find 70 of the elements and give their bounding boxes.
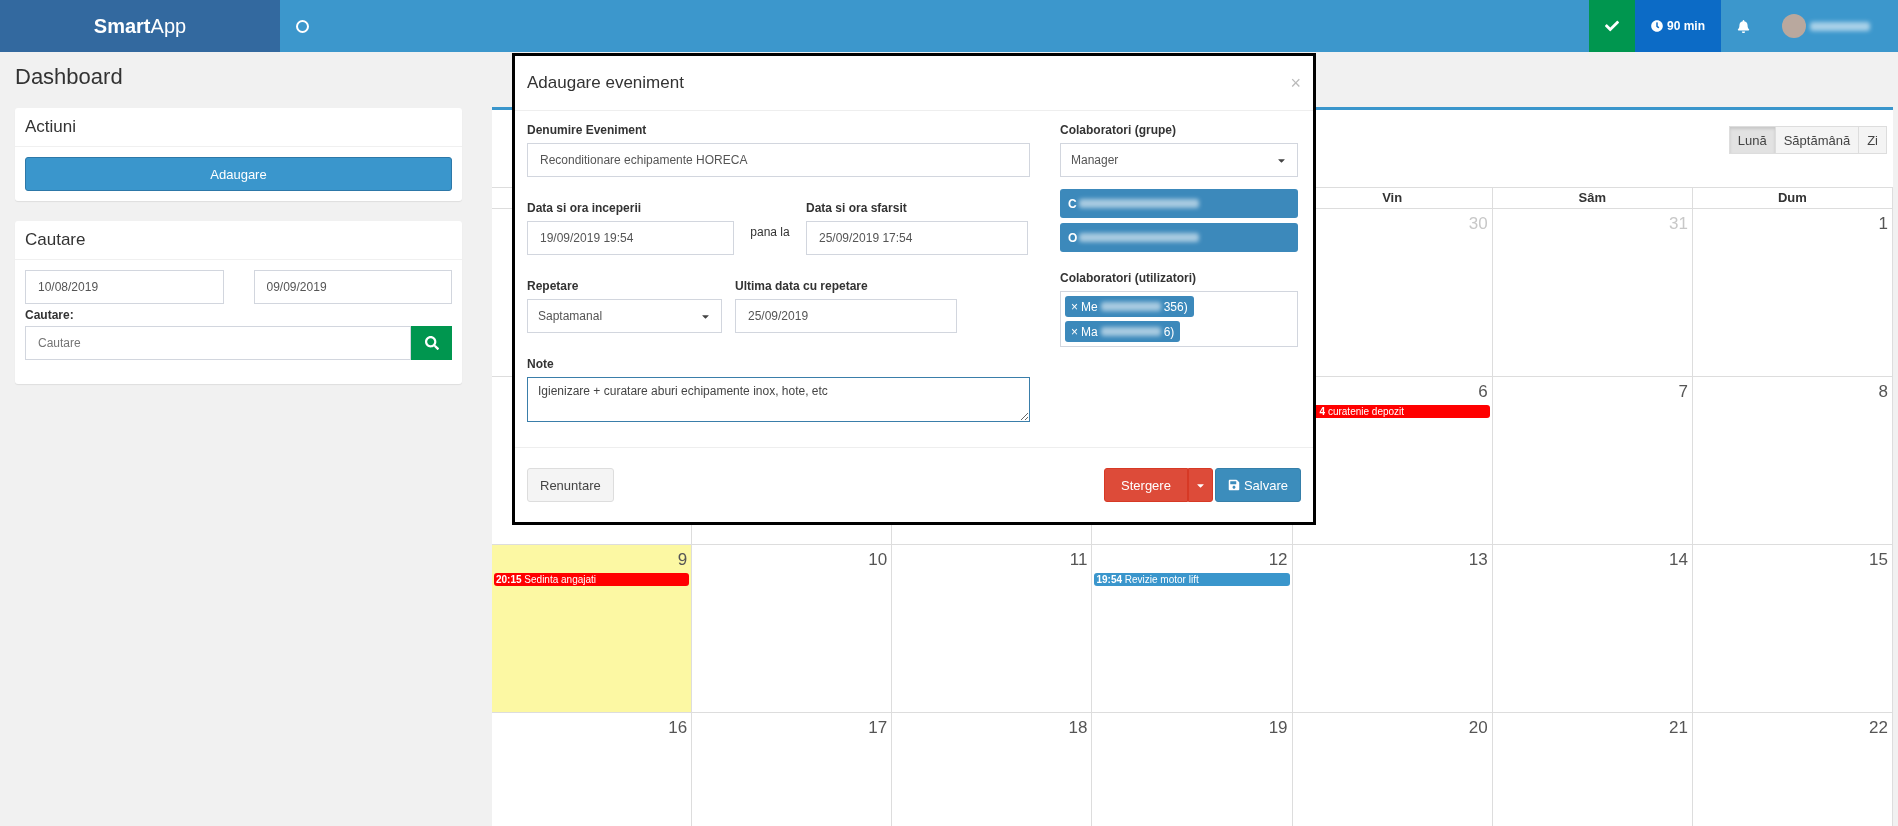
field-label: Ultima data cu repetare xyxy=(735,279,869,293)
day-number: 7 xyxy=(1677,381,1689,403)
field-label: Denumire Eveniment xyxy=(527,123,648,137)
check-button[interactable] xyxy=(1589,0,1635,52)
day-number: 8 xyxy=(1877,381,1889,403)
day-number: 13 xyxy=(1467,549,1489,571)
day-number: 6 xyxy=(1477,381,1489,403)
group-chip[interactable]: C xyxy=(1060,189,1298,218)
field-label: Cautare: xyxy=(25,308,75,322)
delete-button[interactable]: Stergere xyxy=(1104,468,1188,502)
day-number: 17 xyxy=(867,717,889,739)
day-number: 1 xyxy=(1877,213,1889,235)
check-icon xyxy=(1605,19,1619,33)
weekday-header: Dum xyxy=(1692,187,1893,209)
search-icon xyxy=(424,336,439,350)
day-number: 16 xyxy=(667,717,689,739)
day-number: 19 xyxy=(1267,717,1289,739)
search-field[interactable]: Cautare xyxy=(25,326,411,360)
add-button[interactable]: Adaugare xyxy=(25,157,452,191)
day-number: 20 xyxy=(1467,717,1489,739)
search-button[interactable] xyxy=(411,326,452,360)
day-number: 22 xyxy=(1868,717,1889,739)
day-number: 18 xyxy=(1067,717,1089,739)
select-field[interactable]: Manager xyxy=(1060,143,1298,177)
day-number: 15 xyxy=(1868,549,1889,571)
circle-icon[interactable] xyxy=(296,19,309,33)
view-tab[interactable]: Săptămână xyxy=(1774,126,1860,154)
field-label: Repetare xyxy=(527,279,580,293)
field-label: Colaboratori (utilizatori) xyxy=(1060,271,1197,285)
group-chip[interactable]: O xyxy=(1060,223,1298,252)
app-logo[interactable]: SmartApp xyxy=(0,0,280,52)
user-chip[interactable]: × Ma 6) xyxy=(1065,321,1181,342)
save-icon xyxy=(1227,479,1240,491)
timer-button[interactable]: 90 min xyxy=(1635,0,1721,52)
day-number: 14 xyxy=(1667,549,1689,571)
day-number: 9 xyxy=(676,549,689,571)
card-title: Actiuni xyxy=(15,108,462,147)
dialog-title: Adaugare eveniment xyxy=(527,73,684,93)
select-field[interactable]: Saptamanal xyxy=(527,299,722,333)
date-field[interactable]: 09/09/2019 xyxy=(253,270,452,304)
page-title: Dashboard xyxy=(15,64,124,88)
day-number: 11 xyxy=(1068,549,1089,571)
input-field[interactable]: Reconditionare echipamente HORECA xyxy=(527,143,1030,177)
input-field[interactable]: 19/09/2019 19:54 xyxy=(527,221,734,255)
input-field[interactable]: 25/09/2019 17:54 xyxy=(806,221,1028,255)
date-field[interactable]: 10/08/2019 xyxy=(25,270,224,304)
input-field[interactable]: 25/09/2019 xyxy=(735,299,957,333)
field-label: Colaboratori (grupe) xyxy=(1060,123,1177,137)
notes-field[interactable]: Igienizare + curatare aburi echipamente inox, hote, etc xyxy=(527,377,1030,422)
card-title: Cautare xyxy=(15,221,462,260)
field-label: Data si ora sfarsit xyxy=(806,201,908,215)
cancel-button[interactable]: Renuntare xyxy=(527,468,614,502)
clock-icon xyxy=(1651,20,1663,32)
user-chip[interactable]: × Me 356) xyxy=(1065,296,1194,317)
view-tab[interactable]: Lună xyxy=(1728,126,1776,154)
field-label: Note xyxy=(527,357,555,371)
blurred-username xyxy=(1810,21,1870,31)
day-number: 12 xyxy=(1267,549,1289,571)
view-tab[interactable]: Zi xyxy=(1858,126,1887,154)
day-number: 21 xyxy=(1667,717,1689,739)
users-field[interactable]: × Me 356) × Ma 6) xyxy=(1060,291,1298,347)
dropdown-button[interactable] xyxy=(1187,468,1213,502)
save-button[interactable]: Salvare xyxy=(1214,468,1301,502)
calendar-event[interactable]: 19:54 Revizie motor lift xyxy=(1094,573,1290,586)
day-number: 10 xyxy=(867,549,889,571)
field-label: Data si ora inceperii xyxy=(527,201,643,215)
range-text: pana la xyxy=(749,224,791,241)
weekday-header: Sâm xyxy=(1492,187,1693,209)
bell-icon xyxy=(1737,19,1750,33)
calendar-event[interactable]: 20:15 Sedinta angajati xyxy=(494,573,690,586)
